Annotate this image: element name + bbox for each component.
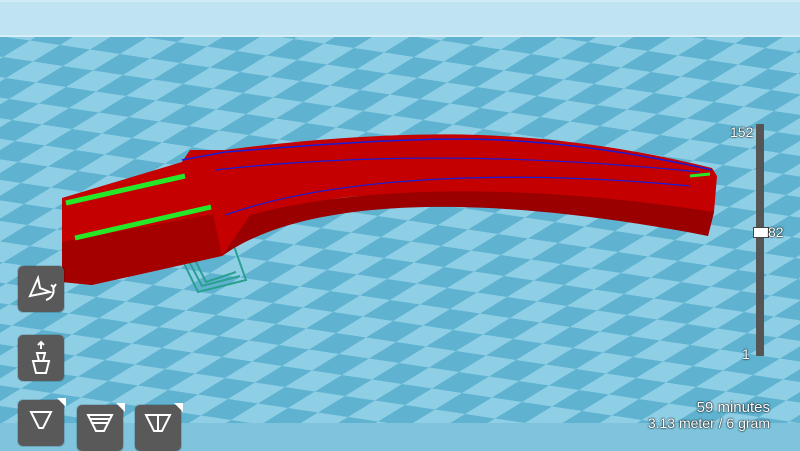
print-material: 3.13 meter / 6 gram: [647, 415, 770, 431]
viewport-background: [0, 0, 800, 36]
rotate-icon: [28, 274, 57, 301]
dropdown-indicator: [174, 403, 183, 412]
view-mode-overhang-button[interactable]: [77, 403, 125, 451]
view-normal-icon: [29, 411, 53, 429]
dropdown-indicator: [57, 398, 66, 407]
3d-viewport[interactable]: [0, 0, 800, 423]
top-strip: [0, 0, 800, 2]
layer-min-label: 1: [742, 346, 750, 362]
layer-current-label: 82: [768, 223, 784, 240]
view-overhang-icon: [86, 414, 114, 432]
rotate-tool-button[interactable]: [18, 266, 64, 312]
dropdown-indicator: [116, 403, 125, 412]
scale-tool-button[interactable]: [18, 335, 64, 381]
scale-icon: [31, 340, 51, 374]
infill-tip: [689, 172, 711, 178]
layer-slider[interactable]: [756, 124, 764, 356]
print-time: 59 minutes: [696, 399, 770, 416]
view-mode-layers-button[interactable]: [135, 403, 183, 451]
layer-slider-handle[interactable]: [753, 226, 769, 238]
view-layers-icon: [144, 414, 172, 432]
view-mode-normal-button[interactable]: [18, 398, 66, 446]
layer-max-label: 152: [730, 124, 754, 140]
